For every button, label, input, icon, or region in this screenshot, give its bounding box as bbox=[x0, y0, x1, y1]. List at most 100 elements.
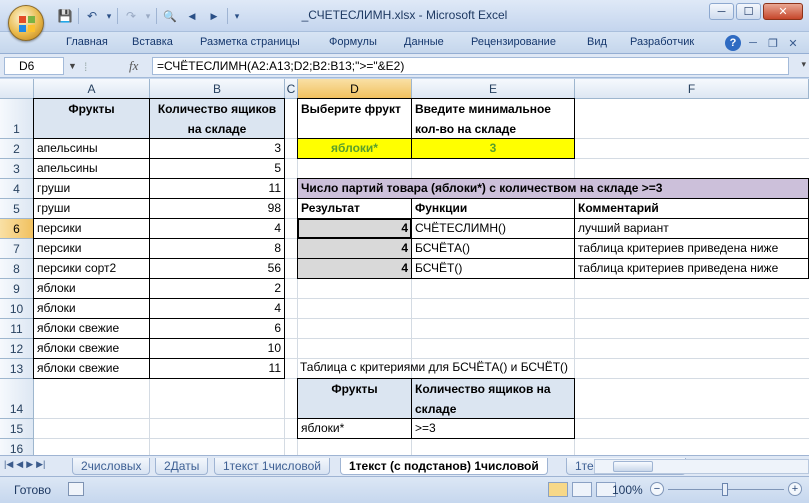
cell-fruit[interactable]: апельсины bbox=[33, 138, 150, 159]
tab-page-layout[interactable]: Разметка страницы bbox=[200, 36, 300, 48]
zoom-slider-thumb[interactable] bbox=[722, 483, 728, 496]
sheet-tab[interactable]: 2Даты bbox=[155, 458, 209, 475]
row-header-9[interactable]: 9 bbox=[0, 279, 34, 299]
cell-function[interactable]: БСЧЁТА() bbox=[411, 238, 575, 259]
formula-bar-splitter[interactable]: ⁞ bbox=[84, 60, 87, 74]
page-layout-view-icon[interactable] bbox=[572, 482, 592, 497]
cell-quantity[interactable]: 2 bbox=[149, 278, 285, 299]
label-min-quantity[interactable]: Введите минимальное кол-во на складе bbox=[411, 98, 575, 139]
active-cell-d6[interactable]: 4 bbox=[297, 218, 412, 239]
close-button[interactable]: ✕ bbox=[763, 3, 803, 20]
tab-home[interactable]: Главная bbox=[66, 36, 108, 48]
header-result[interactable]: Результат bbox=[297, 198, 412, 219]
maximize-button[interactable]: ☐ bbox=[736, 3, 761, 20]
cell-result[interactable]: 4 bbox=[297, 258, 412, 279]
zoom-out-icon[interactable]: − bbox=[650, 482, 664, 496]
tab-view[interactable]: Вид bbox=[587, 36, 607, 48]
header-quantity[interactable]: Количество ящиков на складе bbox=[149, 98, 285, 139]
cell-function[interactable]: СЧЁТЕСЛИМН() bbox=[411, 218, 575, 239]
formula-input[interactable]: =СЧЁТЕСЛИМН(A2:A13;D2;B2:B13;">="&E2) bbox=[152, 57, 789, 75]
row-header-5[interactable]: 5 bbox=[0, 199, 34, 219]
cell-fruit[interactable]: груши bbox=[33, 178, 150, 199]
minimize-button[interactable]: ─ bbox=[709, 3, 734, 20]
office-button[interactable] bbox=[8, 5, 44, 41]
cell-fruit[interactable]: груши bbox=[33, 198, 150, 219]
select-all-corner[interactable] bbox=[0, 79, 34, 99]
cell-fruit[interactable]: яблоки свежие bbox=[33, 338, 150, 359]
sheet-tab-active[interactable]: 1текст (с подстанов) 1числовой bbox=[340, 458, 548, 475]
column-header-d[interactable]: D bbox=[298, 79, 412, 99]
cell-fruit[interactable]: персики bbox=[33, 238, 150, 259]
row-header-7[interactable]: 7 bbox=[0, 239, 34, 259]
cell-fruit[interactable]: яблоки bbox=[33, 298, 150, 319]
insert-function-icon[interactable]: fx bbox=[129, 58, 138, 74]
criteria-quantity[interactable]: >=3 bbox=[411, 418, 575, 439]
last-sheet-icon[interactable]: ▶| bbox=[36, 459, 45, 470]
tab-developer[interactable]: Разработчик bbox=[630, 36, 694, 48]
column-header-b[interactable]: B bbox=[150, 79, 285, 99]
cell-quantity[interactable]: 56 bbox=[149, 258, 285, 279]
header-fruit[interactable]: Фрукты bbox=[33, 98, 150, 139]
scrollbar-thumb[interactable] bbox=[613, 461, 653, 472]
cell-comment[interactable]: таблица критериев приведена ниже bbox=[574, 238, 809, 259]
sheet-tab[interactable]: 1текст 1числовой bbox=[214, 458, 330, 475]
zoom-in-icon[interactable]: + bbox=[788, 482, 802, 496]
row-header-15[interactable]: 15 bbox=[0, 419, 34, 439]
header-comment[interactable]: Комментарий bbox=[574, 198, 809, 219]
cell-comment[interactable]: таблица критериев приведена ниже bbox=[574, 258, 809, 279]
row-header-2[interactable]: 2 bbox=[0, 139, 34, 159]
row-header-8[interactable]: 8 bbox=[0, 259, 34, 279]
cell-quantity[interactable]: 8 bbox=[149, 238, 285, 259]
column-header-a[interactable]: A bbox=[34, 79, 150, 99]
cell-quantity[interactable]: 6 bbox=[149, 318, 285, 339]
cell-quantity[interactable]: 5 bbox=[149, 158, 285, 179]
name-box[interactable]: D6 bbox=[4, 57, 64, 75]
row-header-10[interactable]: 10 bbox=[0, 299, 34, 319]
cell-comment[interactable]: лучший вариант bbox=[574, 218, 809, 239]
cell-quantity[interactable]: 10 bbox=[149, 338, 285, 359]
horizontal-scrollbar[interactable] bbox=[594, 459, 809, 474]
criteria-header-fruit[interactable]: Фрукты bbox=[297, 378, 412, 419]
cell-fruit[interactable]: яблоки свежие bbox=[33, 358, 150, 379]
cell-quantity[interactable]: 11 bbox=[149, 358, 285, 379]
cell-fruit[interactable]: апельсины bbox=[33, 158, 150, 179]
input-min-quantity[interactable]: 3 bbox=[411, 138, 575, 159]
normal-view-icon[interactable] bbox=[548, 482, 568, 497]
criteria-caption[interactable]: Таблица с критериями для БСЧЁТА() и БСЧЁ… bbox=[297, 358, 809, 379]
criteria-fruit[interactable]: яблоки* bbox=[297, 418, 412, 439]
cell-fruit[interactable]: яблоки свежие bbox=[33, 318, 150, 339]
ribbon-minimize-icon[interactable]: ─ bbox=[745, 35, 761, 51]
input-fruit[interactable]: яблоки* bbox=[297, 138, 412, 159]
ribbon-close-icon[interactable]: ✕ bbox=[785, 35, 801, 51]
cell-fruit[interactable]: яблоки bbox=[33, 278, 150, 299]
cell-quantity[interactable]: 4 bbox=[149, 298, 285, 319]
row-header-6[interactable]: 6 bbox=[0, 219, 34, 239]
result-title[interactable]: Число партий товара (яблоки*) с количест… bbox=[297, 178, 809, 199]
cell-quantity[interactable]: 3 bbox=[149, 138, 285, 159]
column-header-c[interactable]: C bbox=[285, 79, 298, 99]
criteria-header-quantity[interactable]: Количество ящиков на складе bbox=[411, 378, 575, 419]
tab-formulas[interactable]: Формулы bbox=[329, 36, 377, 48]
row-header-12[interactable]: 12 bbox=[0, 339, 34, 359]
cell-quantity[interactable]: 11 bbox=[149, 178, 285, 199]
cell-quantity[interactable]: 4 bbox=[149, 218, 285, 239]
expand-formula-bar-icon[interactable]: ▾ bbox=[801, 59, 806, 70]
cell-fruit[interactable]: персики сорт2 bbox=[33, 258, 150, 279]
row-header-3[interactable]: 3 bbox=[0, 159, 34, 179]
column-header-e[interactable]: E bbox=[412, 79, 575, 99]
row-header-16[interactable]: 16 bbox=[0, 439, 34, 455]
prev-sheet-icon[interactable]: ◀ bbox=[16, 459, 23, 470]
macro-record-icon[interactable] bbox=[68, 482, 84, 496]
cell-function[interactable]: БСЧЁТ() bbox=[411, 258, 575, 279]
worksheet-grid[interactable]: A B C D E F 1 2 3 4 5 6 7 8 9 10 11 12 13 14 15 16 Фрукты Колич… bbox=[0, 79, 809, 455]
cell-result[interactable]: 4 bbox=[297, 238, 412, 259]
tab-data[interactable]: Данные bbox=[404, 36, 444, 48]
tab-review[interactable]: Рецензирование bbox=[471, 36, 556, 48]
first-sheet-icon[interactable]: |◀ bbox=[4, 459, 13, 470]
cell-fruit[interactable]: персики bbox=[33, 218, 150, 239]
row-header-13[interactable]: 13 bbox=[0, 359, 34, 379]
next-sheet-icon[interactable]: ▶ bbox=[26, 459, 33, 470]
cell-quantity[interactable]: 98 bbox=[149, 198, 285, 219]
sheet-tab[interactable]: 2числовых bbox=[72, 458, 151, 475]
row-header-14[interactable]: 14 bbox=[0, 379, 34, 419]
